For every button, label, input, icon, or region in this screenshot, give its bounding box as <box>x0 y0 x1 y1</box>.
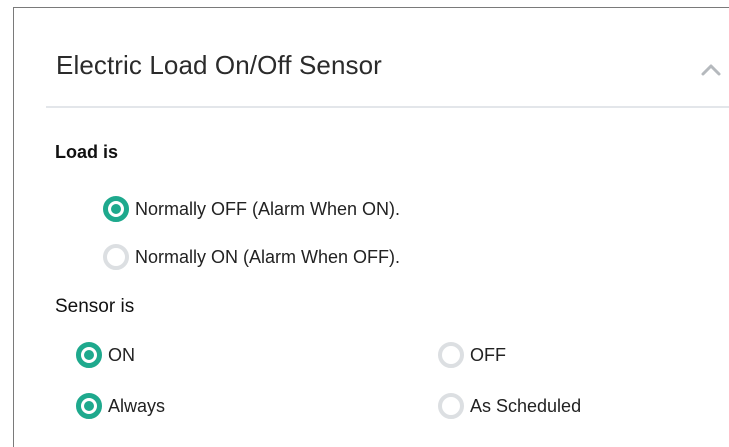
radio-label: As Scheduled <box>470 395 582 416</box>
radio-selected-icon <box>76 393 102 419</box>
radio-label: Normally OFF (Alarm When ON). <box>135 198 401 219</box>
radio-normally-off[interactable]: Normally OFF (Alarm When ON). <box>103 196 400 222</box>
radio-unselected-icon <box>438 342 464 368</box>
radio-label: Always <box>108 395 166 416</box>
radio-unselected-icon <box>103 244 129 270</box>
card-header: Electric Load On/Off Sensor <box>46 8 729 108</box>
radio-sensor-off[interactable]: OFF <box>438 342 506 368</box>
radio-always[interactable]: Always <box>76 393 165 419</box>
radio-selected-icon <box>103 196 129 222</box>
radio-sensor-on[interactable]: ON <box>76 342 135 368</box>
sensor-is-label: Sensor is <box>55 296 135 317</box>
radio-selected-icon <box>76 342 102 368</box>
card-title: Electric Load On/Off Sensor <box>56 50 382 80</box>
radio-label: ON <box>108 344 135 365</box>
load-is-label: Load is <box>55 142 119 162</box>
radio-as-scheduled[interactable]: As Scheduled <box>438 393 581 419</box>
radio-label: Normally ON (Alarm When OFF). <box>135 246 401 267</box>
radio-normally-on[interactable]: Normally ON (Alarm When OFF). <box>103 244 400 270</box>
collapse-button[interactable] <box>698 58 724 80</box>
radio-label: OFF <box>470 344 506 365</box>
chevron-up-icon <box>701 64 721 76</box>
radio-unselected-icon <box>438 393 464 419</box>
sensor-card: Electric Load On/Off Sensor Load is Norm… <box>13 7 729 447</box>
